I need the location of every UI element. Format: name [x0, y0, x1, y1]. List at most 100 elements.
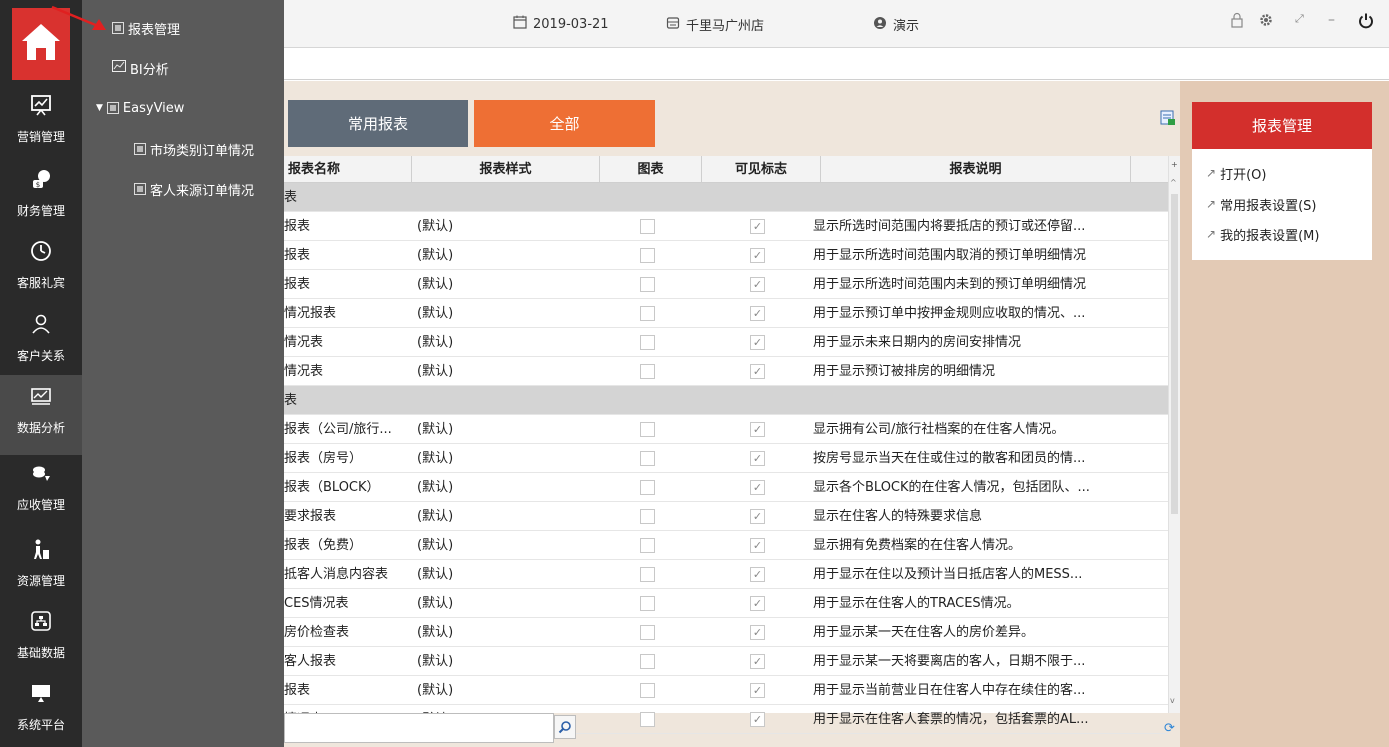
flyout-item-report-management[interactable]: 报表管理	[112, 13, 180, 43]
chart-checkbox[interactable]	[640, 219, 655, 234]
visible-checkbox[interactable]: ✓	[750, 451, 765, 466]
col-chart[interactable]: 图表	[600, 156, 702, 183]
chart-checkbox[interactable]	[640, 596, 655, 611]
search-input[interactable]	[284, 713, 554, 743]
table-row[interactable]: 报表（免费） (默认) 显示拥有免费档案的在住客人情况。 ✓	[284, 531, 1168, 560]
gear-icon[interactable]	[1258, 12, 1274, 32]
power-icon[interactable]	[1357, 12, 1375, 34]
report-name-cell: CES情况表	[284, 596, 349, 611]
report-icon	[112, 22, 124, 34]
visible-checkbox[interactable]: ✓	[750, 306, 765, 321]
nav-item-receivables[interactable]: 应收管理	[0, 452, 82, 532]
nav-item-crm[interactable]: 客户关系	[0, 303, 82, 383]
table-row[interactable]: 报表（公司/旅行... (默认) 显示拥有公司/旅行社档案的在住客人情况。 ✓	[284, 415, 1168, 444]
chart-checkbox[interactable]	[640, 625, 655, 640]
chart-checkbox[interactable]	[640, 364, 655, 379]
chart-checkbox[interactable]	[640, 509, 655, 524]
report-style-cell: (默认)	[417, 219, 454, 234]
chart-checkbox[interactable]	[640, 248, 655, 263]
group-label: 表	[284, 393, 298, 408]
col-report-style[interactable]: 报表样式	[412, 156, 600, 183]
visible-checkbox[interactable]: ✓	[750, 480, 765, 495]
col-description[interactable]: 报表说明	[821, 156, 1131, 183]
chart-checkbox[interactable]	[640, 451, 655, 466]
minimize-icon[interactable]: –	[1328, 12, 1335, 28]
table-row[interactable]: 报表 (默认) 显示所选时间范围内将要抵店的预订或还停留... ✓	[284, 212, 1168, 241]
col-visible[interactable]: 可见标志	[702, 156, 821, 183]
table-row[interactable]: 报表 (默认) 用于显示所选时间范围内取消的预订单明细情况 ✓	[284, 241, 1168, 270]
chart-checkbox[interactable]	[640, 538, 655, 553]
user-display[interactable]: 演示	[873, 15, 919, 34]
nav-item-concierge[interactable]: 客服礼宾	[0, 230, 82, 310]
chart-checkbox[interactable]	[640, 422, 655, 437]
open-report-button[interactable]: ↗ 打开(O)	[1206, 163, 1266, 183]
my-report-settings-button[interactable]: ↗ 我的报表设置(M)	[1206, 224, 1319, 244]
scroll-plus-icon[interactable]: +	[1171, 160, 1178, 169]
caret-down-icon[interactable]: ▼	[96, 103, 103, 113]
scroll-down-icon[interactable]: v	[1170, 696, 1175, 705]
nav-item-marketing[interactable]: 营销管理	[0, 84, 82, 164]
store-display[interactable]: 千里马广州店	[666, 15, 764, 34]
tab-common-reports[interactable]: 常用报表	[288, 100, 468, 147]
visible-checkbox[interactable]: ✓	[750, 538, 765, 553]
tab-all-reports[interactable]: 全部	[474, 100, 655, 147]
vertical-scrollbar[interactable]: + ^ v	[1168, 156, 1180, 713]
table-row[interactable]: 报表 (默认) 用于显示所选时间范围内未到的预订单明细情况 ✓	[284, 270, 1168, 299]
table-row[interactable]: 房价检查表 (默认) 用于显示某一天在住客人的房价差异。 ✓	[284, 618, 1168, 647]
chart-checkbox[interactable]	[640, 306, 655, 321]
table-row[interactable]: 客人报表 (默认) 用于显示某一天将要离店的客人，日期不限于... ✓	[284, 647, 1168, 676]
nav-item-data-analysis[interactable]: 数据分析	[0, 375, 82, 455]
table-row[interactable]: 情况报表 (默认) 用于显示预订单中按押金规则应收取的情况、... ✓	[284, 299, 1168, 328]
group-row[interactable]: 表	[284, 386, 1168, 415]
table-row[interactable]: 报表（房号） (默认) 按房号显示当天在住或住过的散客和团员的情... ✓	[284, 444, 1168, 473]
table-row[interactable]: 情况表 (默认) 用于显示未来日期内的房间安排情况 ✓	[284, 328, 1168, 357]
visible-checkbox[interactable]: ✓	[750, 567, 765, 582]
visible-checkbox[interactable]: ✓	[750, 625, 765, 640]
scrollbar-thumb[interactable]	[1171, 194, 1178, 514]
export-excel-icon[interactable]	[1160, 110, 1176, 130]
flyout-item-guest-source-orders[interactable]: 客人来源订单情况	[134, 174, 254, 204]
nav-item-basic-data[interactable]: 基础数据	[0, 600, 82, 680]
group-row[interactable]: 表	[284, 183, 1168, 212]
nav-item-system-platform[interactable]: 系统平台	[0, 672, 82, 747]
visible-checkbox[interactable]: ✓	[750, 248, 765, 263]
visible-checkbox[interactable]: ✓	[750, 596, 765, 611]
table-row[interactable]: 抵客人消息内容表 (默认) 用于显示在住以及预计当日抵店客人的MESS... ✓	[284, 560, 1168, 589]
visible-checkbox[interactable]: ✓	[750, 277, 765, 292]
scroll-up-icon[interactable]: ^	[1170, 178, 1177, 187]
col-report-name[interactable]: 报表名称	[284, 156, 412, 183]
refresh-icon[interactable]: ⟳	[1164, 721, 1175, 736]
table-row[interactable]: CES情况表 (默认) 用于显示在住客人的TRACES情况。 ✓	[284, 589, 1168, 618]
visible-checkbox[interactable]: ✓	[750, 364, 765, 379]
flyout-item-market-orders[interactable]: 市场类别订单情况	[134, 134, 254, 164]
visible-checkbox[interactable]: ✓	[750, 654, 765, 669]
chart-checkbox[interactable]	[640, 654, 655, 669]
lock-icon[interactable]	[1230, 12, 1244, 32]
table-row[interactable]: 报表 (默认) 用于显示当前营业日在住客人中存在续住的客... ✓	[284, 676, 1168, 705]
flyout-item-bi-analysis[interactable]: BI分析	[112, 53, 169, 83]
visible-checkbox[interactable]: ✓	[750, 219, 765, 234]
common-report-settings-button[interactable]: ↗ 常用报表设置(S)	[1206, 194, 1316, 214]
visible-checkbox[interactable]: ✓	[750, 683, 765, 698]
table-row[interactable]: 情况表 (默认) 用于显示预订被排房的明细情况 ✓	[284, 357, 1168, 386]
nav-item-resources[interactable]: 资源管理	[0, 528, 82, 608]
chart-checkbox[interactable]	[640, 480, 655, 495]
chart-checkbox[interactable]	[640, 712, 655, 727]
external-link-icon: ↗	[1206, 227, 1217, 241]
table-row[interactable]: 要求报表 (默认) 显示在住客人的特殊要求信息 ✓	[284, 502, 1168, 531]
visible-checkbox[interactable]: ✓	[750, 712, 765, 727]
chart-checkbox[interactable]	[640, 567, 655, 582]
date-display[interactable]: 2019-03-21	[513, 15, 609, 33]
chart-checkbox[interactable]	[640, 277, 655, 292]
nav-item-finance[interactable]: $ 财务管理	[0, 158, 82, 238]
chart-checkbox[interactable]	[640, 683, 655, 698]
flyout-item-easyview[interactable]: ▼ EasyView	[96, 93, 184, 123]
visible-checkbox[interactable]: ✓	[750, 422, 765, 437]
restore-icon[interactable]: ⤢	[1295, 12, 1304, 26]
visible-checkbox[interactable]: ✓	[750, 509, 765, 524]
nav-item-label: 数据分析	[16, 421, 65, 435]
visible-checkbox[interactable]: ✓	[750, 335, 765, 350]
search-button[interactable]	[554, 715, 576, 739]
table-row[interactable]: 报表（BLOCK） (默认) 显示各个BLOCK的在住客人情况，包括团队、... ✓	[284, 473, 1168, 502]
chart-checkbox[interactable]	[640, 335, 655, 350]
